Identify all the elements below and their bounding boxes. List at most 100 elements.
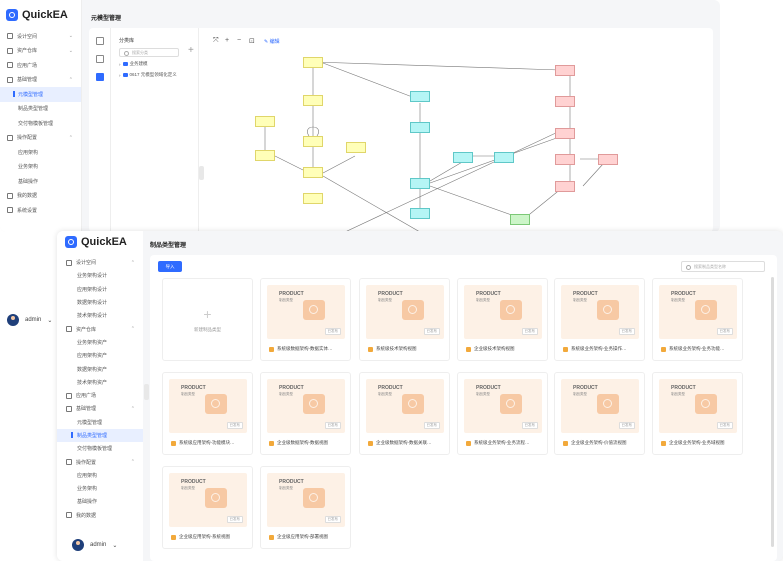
- new-artifact-card[interactable]: + 新建制品类型: [162, 278, 253, 361]
- artifact-card[interactable]: PRODUCT 制品类型 已发布 企业级应用架构-部署视图: [260, 466, 351, 549]
- graph-node[interactable]: [555, 96, 575, 107]
- sidebar-item[interactable]: 资产仓库 ⌃: [57, 322, 143, 335]
- status-badge: 已发布: [423, 328, 440, 335]
- graph-node[interactable]: [410, 208, 430, 219]
- sidebar-item[interactable]: 基础管理 ⌃: [57, 402, 143, 415]
- artifact-card[interactable]: PRODUCT 制品类型 已发布 企业级数据架构-数据关联…: [359, 372, 450, 455]
- scrollbar[interactable]: [771, 277, 774, 547]
- collapse-handle[interactable]: [144, 384, 149, 400]
- artifact-card[interactable]: PRODUCT 制品类型 已发布 系统级业务架构-业务操作…: [554, 278, 645, 361]
- sidebar-item[interactable]: 应用广场: [57, 389, 143, 402]
- sidebar-item[interactable]: 业务架构设计: [57, 269, 143, 282]
- graph-node[interactable]: [410, 122, 430, 133]
- import-button[interactable]: 导入: [158, 261, 182, 272]
- sidebar-item[interactable]: 技术架构资产: [57, 376, 143, 389]
- sidebar-item[interactable]: 基础操作: [57, 495, 143, 508]
- sidebar-item[interactable]: 技术架构设计: [57, 309, 143, 322]
- graph-node[interactable]: [303, 193, 323, 204]
- graph-node[interactable]: [494, 152, 514, 163]
- artifact-card[interactable]: PRODUCT 制品类型 已发布 企业级业务架构-业务域视图: [652, 372, 743, 455]
- graph-node[interactable]: [303, 167, 323, 178]
- sidebar-item[interactable]: 业务架构: [57, 482, 143, 495]
- tree-node[interactable]: › 0617 元模型领域化定义: [119, 72, 177, 78]
- graph-node[interactable]: [555, 128, 575, 139]
- logo: QuickEA: [57, 231, 143, 256]
- sidebar-item[interactable]: 应用架构: [57, 469, 143, 482]
- sidebar-item[interactable]: 元模型管理: [0, 87, 81, 102]
- artifact-card[interactable]: PRODUCT 制品类型 已发布 系统级技术架构视图: [359, 278, 450, 361]
- menu-icon: [66, 459, 72, 466]
- graph-node[interactable]: [303, 95, 323, 106]
- sidebar-item-label: 资产仓库: [76, 326, 97, 333]
- sidebar-item-label: 业务架构: [18, 164, 39, 171]
- add-category-button[interactable]: +: [188, 45, 194, 56]
- artifact-card[interactable]: PRODUCT 制品类型 已发布 系统级数据架构-数据实体…: [260, 278, 351, 361]
- sidebar-item[interactable]: 操作配置 ⌃: [0, 131, 81, 146]
- user-menu[interactable]: admin ⌄: [72, 539, 117, 551]
- sidebar-item[interactable]: 操作配置 ⌃: [57, 455, 143, 468]
- sidebar-item[interactable]: 应用架构: [0, 145, 81, 160]
- graph-node[interactable]: [346, 142, 366, 153]
- sidebar-item[interactable]: 数据架构资产: [57, 362, 143, 375]
- card-title: 企业级业务架构-价值流视图: [563, 440, 627, 446]
- copy-icon[interactable]: [96, 37, 104, 45]
- artifact-card[interactable]: PRODUCT 制品类型 已发布 系统级业务架构-业务功能…: [652, 278, 743, 361]
- thumb-subtitle: 制品类型: [573, 392, 587, 396]
- artifact-icon: [500, 300, 522, 320]
- graph-node[interactable]: [555, 154, 575, 165]
- artifact-card[interactable]: PRODUCT 制品类型 已发布 企业级业务架构-价值流视图: [554, 372, 645, 455]
- sidebar-item[interactable]: 应用广场: [0, 58, 81, 73]
- graph-node[interactable]: [410, 178, 430, 189]
- sidebar-item-label: 应用广场: [17, 62, 38, 69]
- sidebar-item[interactable]: 制品类型管理: [0, 102, 81, 117]
- thumb-title: PRODUCT: [181, 385, 206, 391]
- card-thumbnail: PRODUCT 制品类型 已发布: [267, 285, 345, 339]
- sidebar-item[interactable]: 制品类型管理: [57, 428, 143, 443]
- grid-icon[interactable]: [96, 55, 104, 63]
- search-input[interactable]: 搜索制品类型名称: [681, 261, 765, 272]
- sidebar-item[interactable]: 基础操作: [0, 174, 81, 189]
- artifact-card[interactable]: PRODUCT 制品类型 已发布 系统级应用架构-功能模块…: [162, 372, 253, 455]
- list-icon[interactable]: [96, 73, 104, 81]
- metamodel-canvas[interactable]: ⤧ + − ⊡ ✎ 编辑: [205, 28, 713, 232]
- sidebar-item[interactable]: 元模型管理: [57, 416, 143, 429]
- sidebar-item[interactable]: 应用架构资产: [57, 349, 143, 362]
- artifact-icon: [402, 300, 424, 320]
- graph-node[interactable]: [255, 150, 275, 161]
- graph-node[interactable]: [303, 57, 323, 68]
- tree-node[interactable]: › 业务建模: [119, 61, 148, 67]
- sidebar-item[interactable]: 设计空间 ⌄: [0, 29, 81, 44]
- graph-node[interactable]: [555, 65, 575, 76]
- sidebar-item[interactable]: 业务架构: [0, 160, 81, 175]
- card-title-text: 企业级应用架构-部署视图: [277, 534, 328, 539]
- sidebar-item[interactable]: 系统设置: [0, 203, 81, 218]
- sidebar-item[interactable]: 交付物模板管理: [57, 442, 143, 455]
- graph-node[interactable]: [255, 116, 275, 127]
- artifact-card[interactable]: PRODUCT 制品类型 已发布 企业级技术架构视图: [457, 278, 548, 361]
- sidebar-item-label: 基础操作: [77, 499, 98, 506]
- graph-node[interactable]: [410, 91, 430, 102]
- tree-node-label: 业务建模: [129, 61, 148, 66]
- graph-node[interactable]: [555, 181, 575, 192]
- graph-node[interactable]: [598, 154, 618, 165]
- sidebar-item[interactable]: 应用架构设计: [57, 283, 143, 296]
- sidebar-item[interactable]: 基础管理 ⌃: [0, 73, 81, 88]
- sidebar-item[interactable]: 设计空间 ⌃: [57, 256, 143, 269]
- sidebar-item[interactable]: 数据架构设计: [57, 296, 143, 309]
- collapse-handle[interactable]: [199, 166, 204, 180]
- sidebar-item[interactable]: 我的数据: [57, 509, 143, 522]
- thumb-title: PRODUCT: [476, 291, 501, 297]
- artifact-card[interactable]: PRODUCT 制品类型 已发布 企业级数据架构-数据视图: [260, 372, 351, 455]
- artifact-card[interactable]: PRODUCT 制品类型 已发布 系统级业务架构-业务流程…: [457, 372, 548, 455]
- artifact-card[interactable]: PRODUCT 制品类型 已发布 企业级应用架构-系统视图: [162, 466, 253, 549]
- tree-search-input[interactable]: 搜索分类: [119, 48, 179, 57]
- sidebar-item[interactable]: 资产仓库 ⌄: [0, 44, 81, 59]
- graph-node[interactable]: [510, 214, 530, 225]
- graph-node[interactable]: [453, 152, 473, 163]
- sidebar-item[interactable]: 业务架构资产: [57, 336, 143, 349]
- sidebar-item[interactable]: 交付物模板管理: [0, 116, 81, 131]
- user-menu[interactable]: admin ⌄: [7, 314, 52, 326]
- graph-node[interactable]: [303, 136, 323, 147]
- sidebar-item[interactable]: 我的数据: [0, 189, 81, 204]
- sidebar-item-label: 我的数据: [17, 193, 38, 200]
